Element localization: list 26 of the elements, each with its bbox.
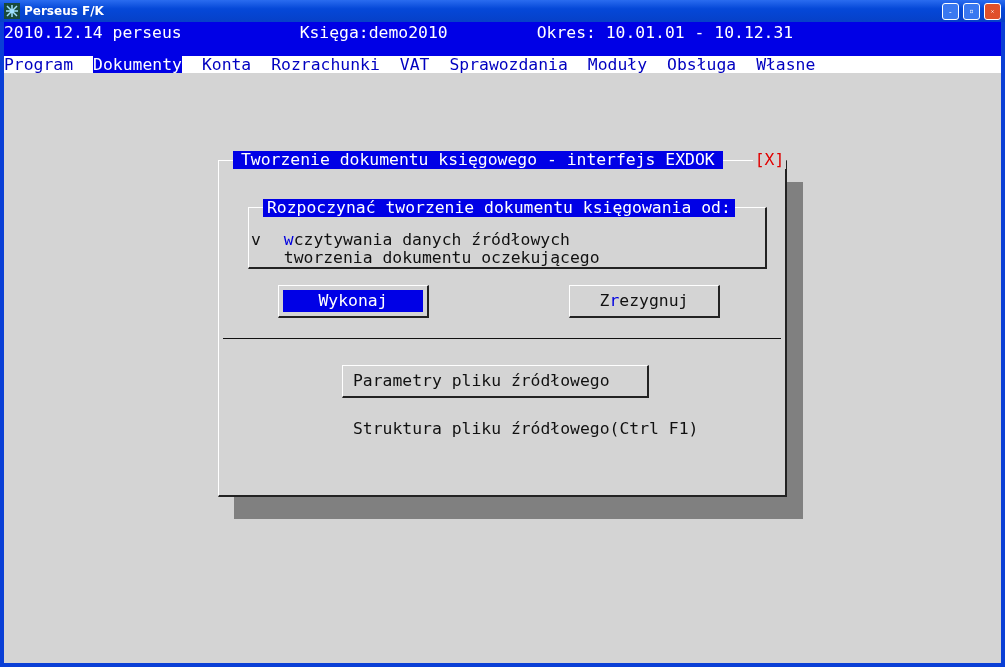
parameters-button[interactable]: Parametry pliku źródłowego — [342, 365, 649, 398]
book-text: Księga:demo2010 — [299, 24, 448, 44]
menu-item[interactable]: Program — [4, 56, 74, 73]
menu-item[interactable]: Dokumenty — [93, 56, 182, 73]
menu-item[interactable]: Moduły — [587, 56, 648, 73]
minimize-button[interactable] — [942, 2, 959, 20]
menu-item[interactable]: Własne — [756, 56, 816, 73]
menu-item[interactable]: Konta — [201, 56, 252, 73]
window-title: Perseus F/K — [24, 4, 105, 18]
date-user-text: 2010.12.14 perseus — [4, 24, 182, 44]
structure-link[interactable]: Struktura pliku źródłowego(Ctrl F1) — [353, 420, 699, 438]
dialog-title: Tworzenie dokumentu księgowego - interfejs EXDOK — [233, 151, 723, 169]
period-text: Okres: 10.01.01 - 10.12.31 — [536, 24, 794, 44]
menu-item[interactable]: Sprawozdania — [449, 56, 568, 73]
close-button[interactable] — [984, 2, 1001, 20]
app-icon — [4, 3, 20, 19]
menu-item[interactable]: Obsługa — [667, 56, 737, 73]
menu-item[interactable]: Rozrachunki — [271, 56, 380, 73]
group-title: Rozpoczynać tworzenie dokumentu księgowania od: — [263, 199, 735, 217]
check-mark: v — [251, 231, 262, 249]
menu-item[interactable]: VAT — [399, 56, 430, 73]
option-text[interactable]: wczytywania danych źródłowych — [283, 231, 570, 249]
execute-button[interactable]: Wykonaj — [278, 285, 429, 318]
maximize-button[interactable] — [963, 2, 980, 20]
cancel-button[interactable]: Zrezygnuj — [569, 285, 720, 318]
option-text[interactable]: tworzenia dokumentu oczekującego — [283, 249, 600, 267]
